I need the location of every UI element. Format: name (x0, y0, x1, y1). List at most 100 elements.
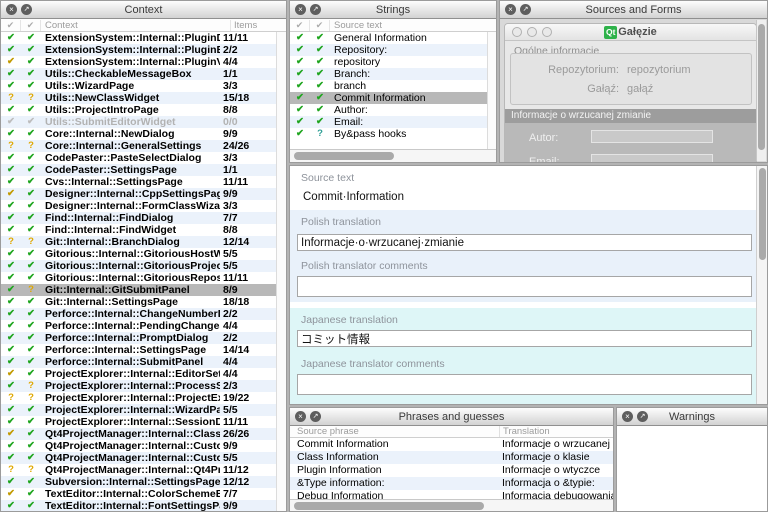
context-row[interactable]: ✔ ✔ Utils::WizardPage 3/3 (1, 80, 276, 92)
close-icon[interactable]: × (622, 411, 633, 422)
context-row[interactable]: ✔ ✔ ExtensionSystem::Internal::PluginErr… (1, 44, 276, 56)
context-row[interactable]: ✔ ✔ ProjectExplorer::Internal::SessionDi… (1, 416, 276, 428)
polish-comments-input[interactable] (297, 276, 752, 297)
string-row[interactable]: ✔ ✔ repository (290, 56, 487, 68)
string-row[interactable]: ✔ ✔ Author: (290, 104, 487, 116)
scrollbar-thumb[interactable] (758, 24, 765, 150)
context-row[interactable]: ✔ ✔ Perforce::Internal::PromptDialog 2/2 (1, 332, 276, 344)
phrase-row[interactable]: Class Information Informacje o klasie (290, 451, 613, 464)
close-icon[interactable]: × (6, 4, 17, 15)
vertical-scrollbar[interactable] (756, 166, 767, 404)
float-icon[interactable]: ↗ (637, 411, 648, 422)
polish-status-icon: ✔ (1, 260, 21, 272)
horizontal-scrollbar[interactable] (290, 149, 496, 162)
polish-section: Polish translation Polish translator com… (290, 210, 758, 302)
context-items-count: 5/5 (220, 404, 276, 416)
japanese-status-icon: ✔ (21, 200, 41, 212)
context-row[interactable]: ✔ ✔ Perforce::Internal::SettingsPage 14/… (1, 344, 276, 356)
string-row[interactable]: ✔ ✔ branch (290, 80, 487, 92)
source-text: branch (330, 80, 487, 92)
context-name: Perforce::Internal::SettingsPage (41, 344, 220, 356)
string-row[interactable]: ✔ ✔ Commit Information (290, 92, 487, 104)
context-row[interactable]: ✔ ✔ Designer::Internal::CppSettingsPage.… (1, 188, 276, 200)
string-row[interactable]: ✔ ✔ Email: (290, 116, 487, 128)
japanese-status-icon: ✔ (310, 116, 330, 128)
phrase-row[interactable]: Plugin Information Informacje o wtyczce (290, 464, 613, 477)
qt-logo-icon: Qt (604, 26, 617, 39)
context-row[interactable]: ? ? Core::Internal::GeneralSettings 24/2… (1, 140, 276, 152)
context-row[interactable]: ✔ ✔ Gitorious::Internal::GitoriousProjec… (1, 260, 276, 272)
context-row[interactable]: ✔ ✔ Utils::SubmitEditorWidget 0/0 (1, 116, 276, 128)
context-row[interactable]: ✔ ✔ Gitorious::Internal::GitoriousReposi… (1, 272, 276, 284)
japanese-status-icon: ✔ (21, 500, 41, 511)
horizontal-scrollbar[interactable] (290, 499, 613, 511)
vertical-scrollbar[interactable] (276, 32, 286, 511)
vertical-scrollbar[interactable] (487, 32, 496, 149)
string-row[interactable]: ✔ ✔ Repository: (290, 44, 487, 56)
context-row[interactable]: ✔ ✔ Subversion::Internal::SettingsPage 1… (1, 476, 276, 488)
context-row[interactable]: ✔ ? ProjectExplorer::Internal::ProcessSt… (1, 380, 276, 392)
context-row[interactable]: ✔ ✔ Find::Internal::FindDialog 7/7 (1, 212, 276, 224)
polish-status-icon: ✔ (1, 428, 21, 440)
japanese-status-icon: ✔ (21, 416, 41, 428)
float-icon[interactable]: ↗ (310, 411, 321, 422)
context-row[interactable]: ✔ ✔ ProjectExplorer::Internal::WizardPag… (1, 404, 276, 416)
context-row[interactable]: ✔ ✔ TextEditor::Internal::ColorSchemeEdi… (1, 488, 276, 500)
japanese-comments-input[interactable] (297, 374, 752, 395)
phrases-panel-header: × ↗ Phrases and guesses (290, 408, 613, 426)
context-row[interactable]: ✔ ✔ ProjectExplorer::Internal::EditorSet… (1, 368, 276, 380)
scrollbar-thumb[interactable] (294, 152, 394, 160)
float-icon[interactable]: ↗ (21, 4, 32, 15)
string-row[interactable]: ✔ ? By&pass hooks (290, 128, 487, 140)
context-row[interactable]: ✔ ✔ Qt4ProjectManager::Internal::Custo..… (1, 452, 276, 464)
context-row[interactable]: ✔ ✔ ExtensionSystem::Internal::PluginDe.… (1, 32, 276, 44)
string-row[interactable]: ✔ ✔ Branch: (290, 68, 487, 80)
japanese-status-icon: ✔ (21, 344, 41, 356)
float-icon[interactable]: ↗ (310, 4, 321, 15)
context-row[interactable]: ✔ ✔ Cvs::Internal::SettingsPage 11/11 (1, 176, 276, 188)
context-name: Utils::WizardPage (41, 80, 220, 92)
context-items-count: 3/3 (220, 200, 276, 212)
context-row[interactable]: ✔ ✔ Designer::Internal::FormClassWizard.… (1, 200, 276, 212)
context-list: ✔ ✔ ExtensionSystem::Internal::PluginDe.… (1, 32, 276, 511)
context-row[interactable]: ✔ ✔ CodePaster::PasteSelectDialog 3/3 (1, 152, 276, 164)
context-row[interactable]: ? ? Git::Internal::BranchDialog 12/14 (1, 236, 276, 248)
scrollbar-thumb[interactable] (759, 168, 766, 260)
context-column-header[interactable]: ✔ ✔ Context Items (1, 19, 286, 32)
context-row[interactable]: ✔ ✔ Perforce::Internal::ChangeNumberDi..… (1, 308, 276, 320)
polish-translation-input[interactable] (297, 234, 752, 251)
context-row[interactable]: ✔ ✔ Qt4ProjectManager::Internal::Custo..… (1, 440, 276, 452)
context-row[interactable]: ✔ ✔ Git::Internal::SettingsPage 18/18 (1, 296, 276, 308)
context-row[interactable]: ✔ ✔ Utils::ProjectIntroPage 8/8 (1, 104, 276, 116)
context-row[interactable]: ✔ ✔ TextEditor::Internal::FontSettingsPa… (1, 500, 276, 511)
phrases-column-header[interactable]: Source phrase Translation (290, 426, 613, 438)
scrollbar-thumb[interactable] (294, 502, 484, 510)
close-icon[interactable]: × (505, 4, 516, 15)
context-row[interactable]: ? ? ProjectExplorer::Internal::ProjectEx… (1, 392, 276, 404)
close-icon[interactable]: × (295, 4, 306, 15)
source-text: By&pass hooks (330, 128, 487, 140)
context-row[interactable]: ✔ ✔ Find::Internal::FindWidget 8/8 (1, 224, 276, 236)
polish-status-icon: ? (1, 140, 21, 152)
phrase-row[interactable]: Commit Information Informacje o wrzucane… (290, 438, 613, 451)
context-row[interactable]: ✔ ✔ Qt4ProjectManager::Internal::ClassD.… (1, 428, 276, 440)
japanese-translation-input[interactable] (297, 330, 752, 347)
context-row[interactable]: ✔ ✔ Perforce::Internal::PendingChanges..… (1, 320, 276, 332)
context-row[interactable]: ✔ ✔ CodePaster::SettingsPage 1/1 (1, 164, 276, 176)
context-row[interactable]: ✔ ? Git::Internal::GitSubmitPanel 8/9 (1, 284, 276, 296)
strings-column-header[interactable]: ✔ ✔ Source text (290, 19, 496, 32)
context-row[interactable]: ✔ ✔ Core::Internal::NewDialog 9/9 (1, 128, 276, 140)
float-icon[interactable]: ↗ (520, 4, 531, 15)
string-row[interactable]: ✔ ✔ General Information (290, 32, 487, 44)
context-row[interactable]: ✔ ✔ Gitorious::Internal::GitoriousHostWi… (1, 248, 276, 260)
context-row[interactable]: ✔ ✔ Utils::CheckableMessageBox 1/1 (1, 68, 276, 80)
context-row[interactable]: ? ? Qt4ProjectManager::Internal::Qt4Pro.… (1, 464, 276, 476)
context-row[interactable]: ✔ ✔ Perforce::Internal::SubmitPanel 4/4 (1, 356, 276, 368)
vertical-scrollbar[interactable] (756, 20, 766, 161)
polish-status-icon: ✔ (290, 56, 310, 68)
context-row[interactable]: ? ? Utils::NewClassWidget 15/18 (1, 92, 276, 104)
context-row[interactable]: ✔ ✔ ExtensionSystem::Internal::PluginVie… (1, 56, 276, 68)
context-name: ProjectExplorer::Internal::ProcessSte.. (41, 380, 220, 392)
close-icon[interactable]: × (295, 411, 306, 422)
phrase-row[interactable]: &Type information: Informacja o &typie: (290, 477, 613, 490)
